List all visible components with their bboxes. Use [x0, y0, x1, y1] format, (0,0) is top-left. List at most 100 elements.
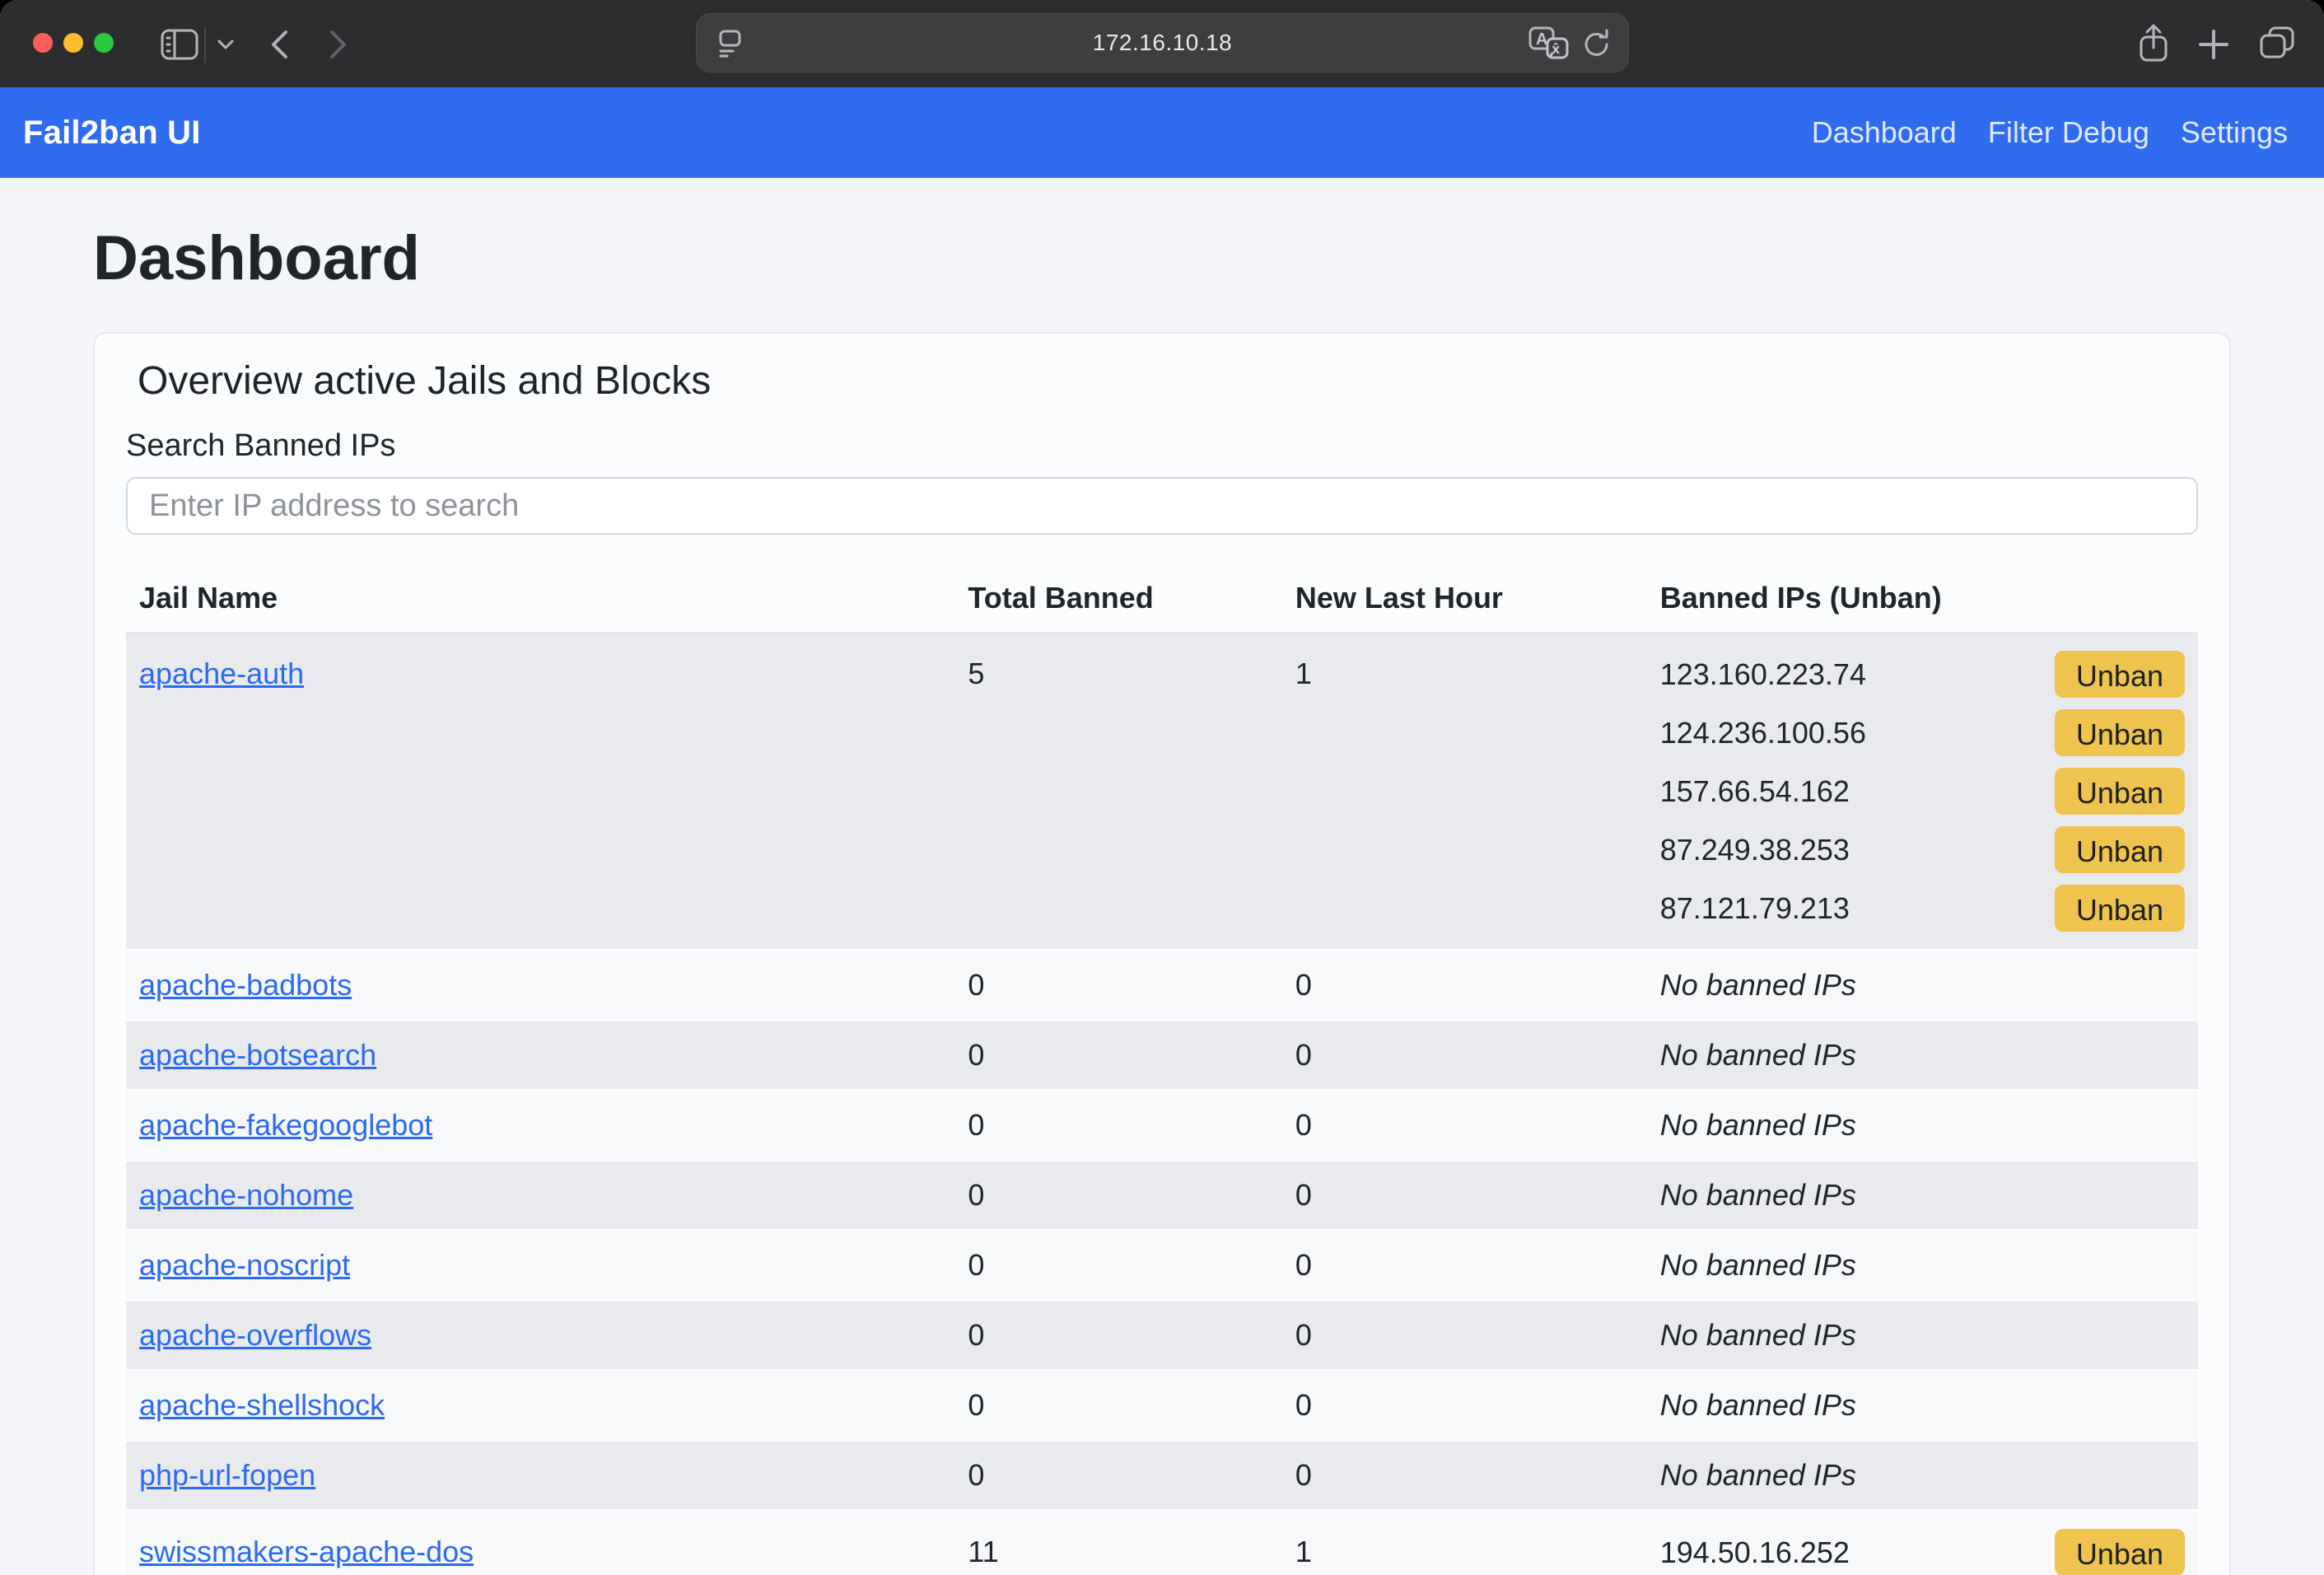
- total-banned-cell: 0: [954, 1159, 1282, 1229]
- share-icon: [2136, 23, 2171, 64]
- back-button[interactable]: [268, 29, 290, 60]
- unban-button[interactable]: Unban: [2055, 709, 2185, 756]
- table-header: Jail Name Total Banned New Last Hour Ban…: [126, 564, 2198, 633]
- new-last-hour-cell: 1: [1282, 1509, 1647, 1575]
- header-jail-name: Jail Name: [126, 564, 954, 633]
- no-banned-ips-text: No banned IPs: [1660, 1388, 1856, 1422]
- tabs-overview-icon: [2258, 25, 2296, 61]
- banned-ips-cell: No banned IPs: [1647, 1369, 2198, 1439]
- banned-ips-cell: No banned IPs: [1647, 1089, 2198, 1159]
- total-banned-cell: 0: [954, 1299, 1282, 1369]
- tab-overview-button[interactable]: [2258, 25, 2296, 61]
- banned-ips-cell: No banned IPs: [1647, 1299, 2198, 1369]
- banned-ips-cell: No banned IPs: [1647, 1439, 2198, 1509]
- banned-ip-address: 123.160.223.74: [1660, 656, 1866, 694]
- banned-ips-cell: No banned IPs: [1647, 1019, 2198, 1089]
- sidebar-toggle-icon: [160, 28, 199, 61]
- browser-window: 172.16.10.18 A x̂: [0, 0, 2324, 1575]
- search-input[interactable]: [126, 477, 2198, 535]
- new-last-hour-cell: 0: [1282, 1229, 1647, 1299]
- translate-icon[interactable]: A x̂: [1528, 26, 1569, 63]
- jail-link[interactable]: apache-badbots: [139, 968, 352, 1002]
- app-brand[interactable]: Fail2ban UI: [23, 115, 201, 152]
- unban-button[interactable]: Unban: [2055, 768, 2185, 815]
- jail-link[interactable]: apache-overflows: [139, 1318, 371, 1352]
- no-banned-ips-text: No banned IPs: [1660, 1178, 1856, 1212]
- jail-link[interactable]: apache-nohome: [139, 1178, 353, 1212]
- nav-link-filter-debug[interactable]: Filter Debug: [1988, 115, 2149, 150]
- back-chevron-icon: [268, 29, 290, 60]
- new-last-hour-cell: 0: [1282, 1369, 1647, 1439]
- zoom-button[interactable]: [94, 33, 114, 53]
- url-text: 172.16.10.18: [697, 30, 1628, 56]
- jail-link[interactable]: apache-auth: [139, 657, 304, 690]
- unban-button[interactable]: Unban: [2055, 826, 2185, 873]
- new-tab-button[interactable]: [2197, 28, 2230, 61]
- table-body: apache-auth 5 1 123.160.223.74Unban124.2…: [126, 633, 2198, 1575]
- sidebar-menu-button[interactable]: [216, 38, 236, 51]
- header-banned-ips: Banned IPs (Unban): [1647, 564, 2198, 633]
- unban-button[interactable]: Unban: [2055, 651, 2185, 698]
- reload-icon[interactable]: [1580, 27, 1613, 62]
- plus-icon: [2197, 28, 2230, 61]
- overview-card: Overview active Jails and Blocks Search …: [93, 332, 2231, 1575]
- jail-link[interactable]: apache-shellshock: [139, 1388, 385, 1422]
- new-last-hour-cell: 0: [1282, 1299, 1647, 1369]
- table-row: apache-shellshock 0 0 No banned IPs: [126, 1369, 2198, 1439]
- card-title: Overview active Jails and Blocks: [138, 358, 2198, 404]
- no-banned-ips-text: No banned IPs: [1660, 1108, 1856, 1142]
- toolbar-separator: [204, 26, 206, 63]
- browser-chrome: 172.16.10.18 A x̂: [0, 0, 2324, 87]
- nav-link-dashboard[interactable]: Dashboard: [1812, 115, 1957, 150]
- banned-ip-entry: 157.66.54.162Unban: [1660, 762, 2185, 820]
- total-banned-cell: 0: [954, 949, 1282, 1019]
- nav-link-settings[interactable]: Settings: [2181, 115, 2288, 150]
- no-banned-ips-text: No banned IPs: [1660, 1038, 1856, 1072]
- forward-button[interactable]: [328, 29, 349, 60]
- banned-ip-entry: 124.236.100.56Unban: [1660, 703, 2185, 762]
- forward-chevron-icon: [328, 29, 349, 60]
- new-last-hour-cell: 0: [1282, 949, 1647, 1019]
- banned-ips-cell: 123.160.223.74Unban124.236.100.56Unban15…: [1647, 633, 2198, 949]
- address-bar[interactable]: 172.16.10.18 A x̂: [696, 13, 1629, 72]
- new-last-hour-cell: 0: [1282, 1019, 1647, 1089]
- unban-button[interactable]: Unban: [2055, 1529, 2185, 1575]
- table-row: apache-botsearch 0 0 No banned IPs: [126, 1019, 2198, 1089]
- nav-links: Dashboard Filter Debug Settings: [1812, 115, 2288, 150]
- header-total-banned: Total Banned: [954, 564, 1282, 633]
- jail-link[interactable]: swissmakers-apache-dos: [139, 1535, 474, 1568]
- sidebar-toggle-button[interactable]: [160, 28, 199, 61]
- jail-link[interactable]: apache-botsearch: [139, 1038, 376, 1072]
- table-row: swissmakers-apache-dos 11 1 194.50.16.25…: [126, 1509, 2198, 1575]
- total-banned-cell: 0: [954, 1439, 1282, 1509]
- table-row: apache-badbots 0 0 No banned IPs: [126, 949, 2198, 1019]
- banned-ip-address: 87.249.38.253: [1660, 831, 1850, 869]
- minimize-button[interactable]: [63, 33, 83, 53]
- table-row: php-url-fopen 0 0 No banned IPs: [126, 1439, 2198, 1509]
- banned-ip-entry: 123.160.223.74 Unban: [1660, 645, 2185, 703]
- new-last-hour-cell: 1: [1282, 633, 1647, 949]
- page-content: Dashboard Overview active Jails and Bloc…: [0, 178, 2324, 1575]
- banned-ips-cell: 194.50.16.252 Unban: [1647, 1509, 2198, 1575]
- svg-text:A: A: [1536, 30, 1547, 49]
- no-banned-ips-text: No banned IPs: [1660, 1318, 1856, 1352]
- no-banned-ips-text: No banned IPs: [1660, 1458, 1856, 1492]
- new-last-hour-cell: 0: [1282, 1439, 1647, 1509]
- table-row: apache-noscript 0 0 No banned IPs: [126, 1229, 2198, 1299]
- jail-link[interactable]: apache-noscript: [139, 1248, 350, 1282]
- close-button[interactable]: [33, 33, 53, 53]
- table-row: apache-nohome 0 0 No banned IPs: [126, 1159, 2198, 1229]
- banned-ips-cell: No banned IPs: [1647, 1159, 2198, 1229]
- table-row: apache-fakegooglebot 0 0 No banned IPs: [126, 1089, 2198, 1159]
- jail-link[interactable]: php-url-fopen: [139, 1458, 315, 1492]
- share-button[interactable]: [2136, 23, 2171, 64]
- unban-button[interactable]: Unban: [2055, 885, 2185, 932]
- no-banned-ips-text: No banned IPs: [1660, 968, 1856, 1002]
- jails-table: Jail Name Total Banned New Last Hour Ban…: [126, 564, 2198, 1575]
- total-banned-cell: 5: [954, 633, 1282, 949]
- app-navbar: Fail2ban UI Dashboard Filter Debug Setti…: [0, 87, 2324, 178]
- banned-ip-address: 194.50.16.252: [1660, 1534, 1850, 1572]
- chevron-down-icon: [216, 38, 236, 51]
- jail-link[interactable]: apache-fakegooglebot: [139, 1108, 432, 1142]
- header-new-last-hour: New Last Hour: [1282, 564, 1647, 633]
